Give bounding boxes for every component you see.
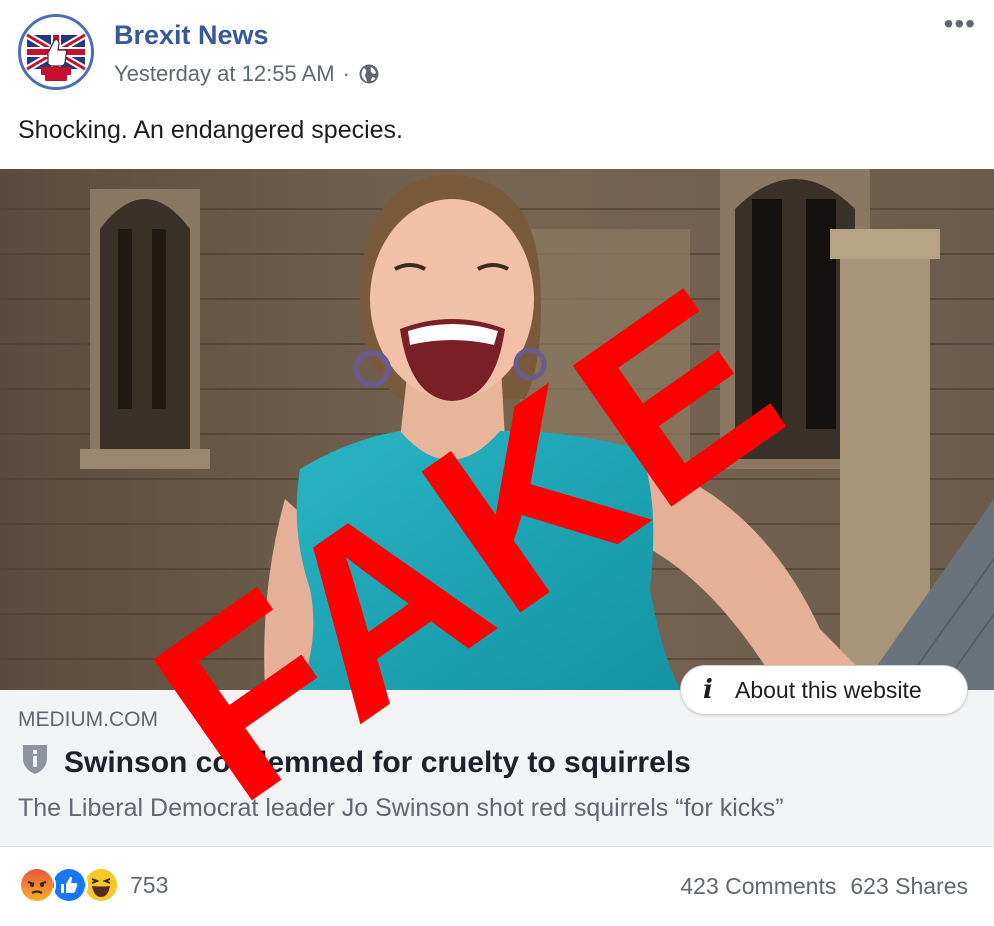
link-title[interactable]: Swinson condemned for cruelty to squirre… — [64, 746, 691, 780]
page-avatar[interactable] — [18, 14, 94, 90]
shield-info-icon — [23, 745, 47, 774]
shares-count-link[interactable]: 623 Shares — [850, 873, 968, 900]
reaction-summary[interactable]: 753 — [18, 866, 168, 904]
post-meta: Yesterday at 12:55 AM · — [114, 61, 380, 87]
comments-count-link[interactable]: 423 Comments — [680, 873, 836, 900]
about-this-website-button[interactable]: i About this website — [680, 665, 968, 715]
info-icon: i — [703, 675, 713, 705]
post-text: Shocking. An endangered species. — [18, 116, 403, 144]
link-domain: MEDIUM.COM — [18, 708, 158, 731]
post-timestamp[interactable]: Yesterday at 12:55 AM — [114, 61, 335, 87]
about-this-website-label: About this website — [735, 676, 922, 703]
angry-reaction-icon — [18, 866, 56, 904]
meta-separator: · — [342, 61, 350, 86]
globe-icon — [359, 64, 379, 84]
reaction-count: 753 — [130, 871, 169, 898]
post-stats: 423 Comments 623 Shares — [680, 873, 968, 900]
link-description: The Liberal Democrat leader Jo Swinson s… — [18, 794, 784, 822]
page-name-link[interactable]: Brexit News — [114, 20, 269, 51]
brexit-news-logo — [21, 17, 91, 87]
post-photo[interactable] — [0, 169, 994, 690]
more-options-button[interactable]: ••• — [944, 10, 976, 38]
photo-illustration — [0, 169, 994, 690]
